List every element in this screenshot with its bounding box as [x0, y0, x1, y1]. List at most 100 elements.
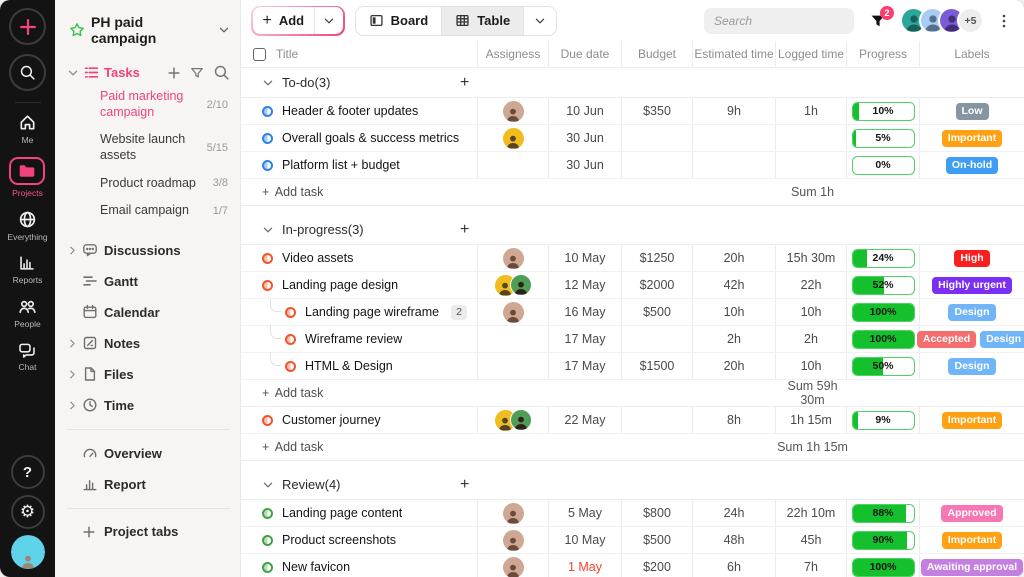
progress-cell: 100%	[847, 326, 920, 352]
nav-item-everything[interactable]: Everything	[7, 210, 47, 242]
sidebar-task-list-item[interactable]: Email campaign1/7	[67, 197, 230, 225]
sidebar-item-time[interactable]: Time	[67, 390, 230, 421]
sidebar-item-label: Time	[104, 398, 134, 413]
nav-item-reports[interactable]: Reports	[7, 254, 47, 285]
status-icon[interactable]	[262, 280, 273, 291]
nav-item-chat[interactable]: Chat	[7, 341, 47, 372]
add-button[interactable]	[9, 8, 46, 45]
project-tabs-button[interactable]: Project tabs	[67, 517, 230, 547]
group-collapse-chevron[interactable]	[262, 77, 274, 89]
group-add-button[interactable]: +	[460, 222, 469, 238]
status-icon[interactable]	[262, 508, 273, 519]
more-menu-button[interactable]	[994, 13, 1014, 29]
status-icon[interactable]	[262, 106, 273, 117]
nav-item-me[interactable]: Me	[7, 113, 47, 145]
group-collapse-chevron[interactable]	[262, 224, 274, 236]
table-row[interactable]: New favicon1 May$2006h7h100%Awaiting app…	[241, 554, 1024, 577]
subtask-connector	[270, 325, 281, 339]
assignees-cell	[478, 353, 549, 379]
group-add-button[interactable]: +	[460, 75, 469, 91]
sidebar-item-gantt[interactable]: Gantt	[67, 266, 230, 297]
chevron-down-icon[interactable]	[315, 15, 343, 27]
help-button[interactable]: ?	[11, 455, 45, 489]
chevron-down-icon[interactable]	[67, 67, 79, 79]
estimated-time-cell: 42h	[693, 272, 776, 298]
chevron-right-icon[interactable]	[67, 400, 82, 411]
labels-cell: On-hold	[920, 152, 1024, 178]
avatar-overflow-chip[interactable]: +5	[957, 7, 984, 34]
status-icon[interactable]	[262, 415, 273, 426]
chevron-right-icon[interactable]	[67, 245, 82, 256]
assignee-avatar	[503, 530, 524, 551]
view-tab-table[interactable]: Table	[442, 7, 524, 35]
table-row[interactable]: Landing page design12 May$200042h22h52%H…	[241, 272, 1024, 299]
task-title-cell: Wireframe review	[241, 326, 478, 352]
group-footer-row: + Add taskSum 1h	[241, 179, 1024, 206]
table-row[interactable]: Overall goals & success metrics30 Jun5%I…	[241, 125, 1024, 152]
table-row[interactable]: Video assets10 May$125020h15h 30m24%High	[241, 245, 1024, 272]
project-header[interactable]: PH paid campaign	[67, 12, 230, 48]
status-icon[interactable]	[262, 133, 273, 144]
view-switcher-chevron[interactable]	[524, 7, 556, 35]
settings-button[interactable]: ⚙	[11, 495, 45, 529]
chevron-right-icon[interactable]	[67, 338, 82, 349]
filter-icon[interactable]	[190, 66, 204, 80]
table-row[interactable]: Landing page content5 May$80024h22h 10m8…	[241, 500, 1024, 527]
table-row[interactable]: Customer journey22 May8h1h 15m9%Importan…	[241, 407, 1024, 434]
tasks-section-label: Tasks	[104, 65, 140, 80]
add-task-button[interactable]: + Add task	[241, 440, 323, 454]
progress-bar: 0%	[852, 156, 915, 175]
status-icon[interactable]	[262, 535, 273, 546]
estimated-time-cell: 24h	[693, 500, 776, 526]
status-icon[interactable]	[285, 307, 296, 318]
chevron-right-icon[interactable]	[67, 369, 82, 380]
nav-item-people[interactable]: People	[7, 297, 47, 329]
status-icon[interactable]	[262, 253, 273, 264]
user-avatar[interactable]	[11, 535, 45, 569]
column-header-progress: Progress	[847, 41, 920, 67]
sidebar-item-report[interactable]: Report	[67, 469, 230, 500]
table-row[interactable]: Wireframe review17 May2h2h100%AcceptedDe…	[241, 326, 1024, 353]
filter-button[interactable]: 2	[870, 13, 886, 29]
add-task-button[interactable]: + Add task	[241, 386, 323, 400]
label-pill: Important	[942, 412, 1002, 429]
table-row[interactable]: HTML & Design17 May$150020h10h50%Design	[241, 353, 1024, 380]
estimated-time-cell: 6h	[693, 554, 776, 577]
table-row[interactable]: Product screenshots10 May$50048h45h90%Im…	[241, 527, 1024, 554]
group-collapse-chevron[interactable]	[262, 479, 274, 491]
sidebar-item-discussions[interactable]: Discussions	[67, 235, 230, 266]
gantt-icon	[82, 273, 104, 289]
search-icon[interactable]	[213, 64, 230, 81]
select-all-checkbox[interactable]	[253, 48, 266, 61]
sidebar-item-overview[interactable]: Overview	[67, 438, 230, 469]
progress-value: 100%	[853, 331, 914, 348]
status-icon[interactable]	[262, 160, 273, 171]
task-title: Platform list + budget	[282, 158, 400, 172]
tasks-section-header[interactable]: Tasks	[67, 64, 230, 81]
label-pill: Design	[948, 304, 995, 321]
group-header: To-do(3)+	[241, 68, 1024, 98]
nav-item-projects[interactable]: Projects	[7, 157, 47, 198]
add-task-list-icon[interactable]	[167, 66, 181, 80]
sidebar-item-files[interactable]: Files	[67, 359, 230, 390]
group-add-button[interactable]: +	[460, 477, 469, 493]
sidebar-item-notes[interactable]: Notes	[67, 328, 230, 359]
status-icon[interactable]	[285, 361, 296, 372]
table-row[interactable]: Landing page wireframe216 May$50010h10h1…	[241, 299, 1024, 326]
search-input[interactable]	[704, 8, 854, 34]
task-title: Landing page design	[282, 278, 398, 292]
sidebar-task-list-item[interactable]: Paid marketing campaign2/10	[67, 83, 230, 126]
task-title-cell: Video assets	[241, 245, 478, 271]
table-row[interactable]: Header & footer updates10 Jun$3509h1h10%…	[241, 98, 1024, 125]
sidebar-task-list-item[interactable]: Website launch assets5/15	[67, 126, 230, 169]
add-task-button[interactable]: + Add	[251, 6, 345, 36]
status-icon[interactable]	[285, 334, 296, 345]
project-sidebar: PH paid campaign Tasks Paid marketing ca…	[55, 0, 240, 577]
status-icon[interactable]	[262, 562, 273, 573]
global-search-button[interactable]	[9, 54, 46, 91]
sidebar-task-list-item[interactable]: Product roadmap3/8	[67, 170, 230, 198]
sidebar-item-calendar[interactable]: Calendar	[67, 297, 230, 328]
add-task-button[interactable]: + Add task	[241, 185, 323, 199]
view-tab-board[interactable]: Board	[356, 7, 443, 35]
table-row[interactable]: Platform list + budget30 Jun0%On-hold	[241, 152, 1024, 179]
